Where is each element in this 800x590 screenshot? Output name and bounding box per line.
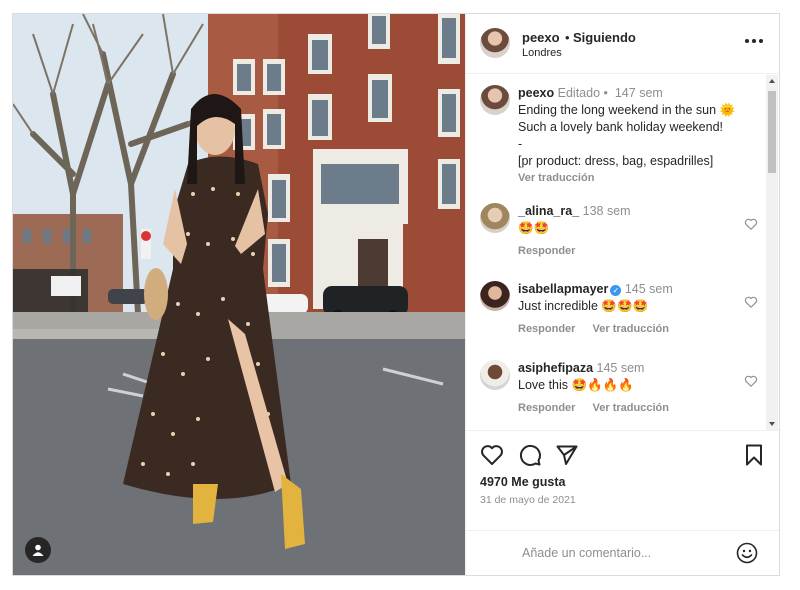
commenter-avatar[interactable] <box>480 281 510 311</box>
photo-illustration <box>13 14 465 575</box>
post-location[interactable]: Londres <box>522 47 562 59</box>
comment-item: asiphefipaza 145 sem Love this 🤩🔥🔥🔥 Resp… <box>480 360 770 420</box>
comment-item: _alina_ra_ 138 sem 🤩🤩 Responder <box>480 203 770 263</box>
scroll-down-arrow-icon[interactable] <box>769 422 775 426</box>
comment-age: 138 sem <box>582 204 631 218</box>
comment-age: 145 sem <box>624 282 673 296</box>
comment-text: 🤩🤩 <box>518 221 550 235</box>
more-horizontal-icon[interactable] <box>745 34 765 48</box>
reply-button[interactable]: Responder <box>518 323 575 335</box>
post-actions: 4970 Me gusta 31 de mayo de 2021 <box>466 430 779 530</box>
author-username[interactable]: peexo <box>522 30 560 45</box>
comments-scrollbar[interactable] <box>766 75 778 430</box>
caption-line: - <box>518 137 523 151</box>
see-translation-link[interactable]: Ver traducción <box>593 323 669 335</box>
commenter-username[interactable]: isabellapmayer <box>518 282 608 296</box>
caption-line: Ending the long weekend in the sun 🌞 <box>518 103 736 117</box>
comment-text: Just incredible 🤩🤩🤩 <box>518 299 649 313</box>
commenter-avatar[interactable] <box>480 203 510 233</box>
see-translation-link[interactable]: Ver traducción <box>593 402 669 414</box>
post-side-panel: peexo • Siguiendo Londres peexo Editado … <box>465 14 779 575</box>
follow-status-button[interactable]: Siguiendo <box>573 30 636 45</box>
commenter-username[interactable]: asiphefipaza <box>518 361 593 375</box>
scrollbar-thumb[interactable] <box>768 91 776 173</box>
paper-plane-icon[interactable] <box>555 443 579 467</box>
post-header: peexo • Siguiendo Londres <box>466 14 779 74</box>
user-tag-icon[interactable] <box>25 537 51 563</box>
comments-list[interactable]: peexo Editado • 147 sem Ending the long … <box>466 75 779 430</box>
post-photo[interactable] <box>13 14 465 575</box>
heart-icon[interactable] <box>480 443 504 467</box>
scroll-up-arrow-icon[interactable] <box>769 79 775 83</box>
separator-dot: • <box>603 86 608 100</box>
author-avatar[interactable] <box>480 28 510 58</box>
verified-badge-icon: ✓ <box>610 285 622 296</box>
emoji-icon[interactable] <box>735 541 759 565</box>
likes-count[interactable]: 4970 Me gusta <box>480 475 565 489</box>
commenter-username[interactable]: _alina_ra_ <box>518 204 579 218</box>
reply-button[interactable]: Responder <box>518 245 575 257</box>
comment-input[interactable] <box>522 543 722 563</box>
add-comment-bar <box>466 530 779 575</box>
caption-age[interactable]: 147 sem <box>615 86 663 100</box>
caption-username[interactable]: peexo <box>518 86 554 100</box>
commenter-avatar[interactable] <box>480 360 510 390</box>
separator-dot: • <box>565 30 570 45</box>
comment-icon[interactable] <box>518 443 542 467</box>
heart-icon[interactable] <box>744 217 758 231</box>
caption-line: [pr product: dress, bag, espadrilles] <box>518 154 714 168</box>
heart-icon[interactable] <box>744 295 758 309</box>
comment-item: isabellapmayer ✓ 145 sem Just incredible … <box>480 281 770 341</box>
comment-age: 145 sem <box>596 361 645 375</box>
bookmark-icon[interactable] <box>742 443 766 467</box>
reply-button[interactable]: Responder <box>518 402 575 414</box>
post-dialog: peexo • Siguiendo Londres peexo Editado … <box>12 13 780 576</box>
post-date[interactable]: 31 de mayo de 2021 <box>480 494 576 506</box>
caption-line: Such a lovely bank holiday weekend! <box>518 120 723 134</box>
comment-text: Love this 🤩🔥🔥🔥 <box>518 378 634 392</box>
see-translation-link[interactable]: Ver traducción <box>518 170 768 187</box>
heart-icon[interactable] <box>744 374 758 388</box>
caption-avatar[interactable] <box>480 85 510 115</box>
edited-label: Editado <box>557 86 601 100</box>
